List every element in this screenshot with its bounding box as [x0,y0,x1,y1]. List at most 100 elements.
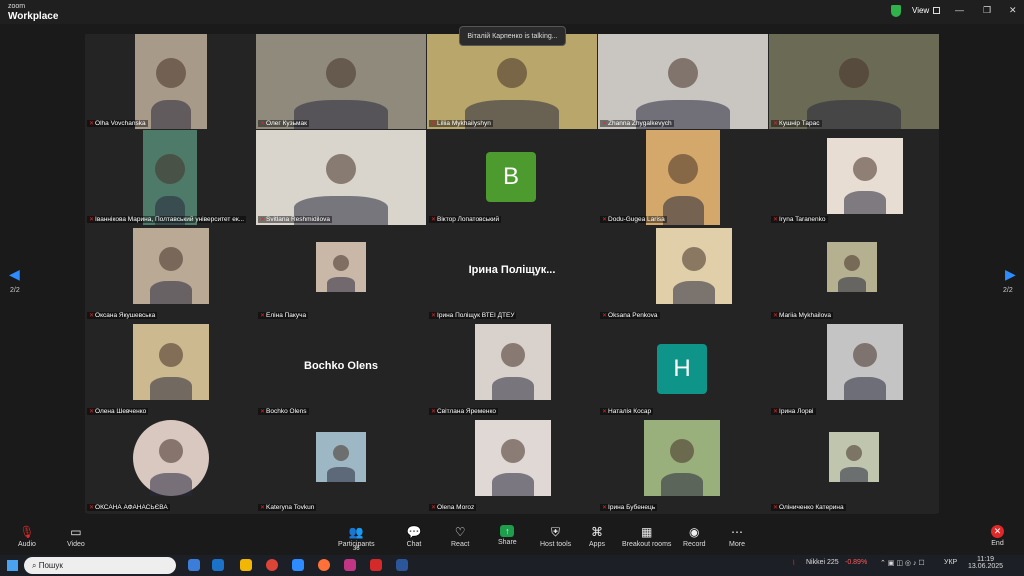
tray-icons[interactable]: ⌃ ▣ ◫ ◎ ♪ ☐ [880,559,925,567]
restore-icon[interactable]: ❐ [983,5,991,16]
mic-muted-icon: ✕ [260,121,266,127]
participant-tile[interactable]: ✕Kateryna Tovkun [256,418,426,513]
participant-tile[interactable]: ✕Olha Vovchanska [85,34,255,129]
end-button[interactable]: ✕ End [991,525,1004,547]
participant-tile[interactable]: ✕Еліна Пакуча [256,226,426,321]
windows-start-icon[interactable] [7,560,18,571]
person-silhouette-body [661,473,703,496]
search-box[interactable]: ⌕ Пошук [24,557,176,574]
mic-muted-icon: ✕ [431,313,437,319]
participant-name: Наталія Косар [608,408,652,415]
copilot-icon[interactable] [188,559,200,571]
person-silhouette [159,343,183,367]
participant-name: Олена Шевченко [95,408,147,415]
person-silhouette [326,58,356,88]
more-button[interactable]: ⋯ More [729,525,745,548]
participant-tile[interactable]: ✕Світлана Яременко [427,322,597,417]
participant-name: ОКСАНА АФАНАСЬЄВА [95,504,168,511]
firefox-icon[interactable] [318,559,330,571]
participant-video [827,324,903,400]
clock[interactable]: 11:19 13.06.2025 [968,556,1003,570]
participant-tile[interactable]: ✕ОКСАНА АФАНАСЬЄВА [85,418,255,513]
participant-name: Еліна Пакуча [266,312,307,319]
person-silhouette-body [150,377,192,400]
participant-tile[interactable]: ✕Ірина Лорві [769,322,939,417]
participant-tile[interactable]: ✕Ірина Бубенець [598,418,768,513]
next-page-arrow-icon[interactable]: ▶ [1005,266,1016,283]
avatar: H [657,344,707,394]
participant-tile[interactable]: ✕Олег Кузьмак [256,34,426,129]
shield-icon[interactable] [891,5,901,17]
pdf-icon[interactable] [370,559,382,571]
person-silhouette-body [150,281,192,304]
participant-tile[interactable]: B ✕Віктор Лопатовський [427,130,597,225]
participant-name: Оліниченко Катерина [779,504,844,511]
person-silhouette [668,58,698,88]
explorer-icon[interactable] [212,559,224,571]
breakout-grid-icon: ▦ [641,525,653,539]
language-indicator[interactable]: УКР [944,559,957,566]
breakout-rooms-button[interactable]: ▦ Breakout rooms [622,525,671,548]
participant-video [133,324,209,400]
participant-tile[interactable]: H ✕Наталія Косар [598,322,768,417]
participant-tile[interactable]: ✕Olena Moroz [427,418,597,513]
chat-button[interactable]: 💬 Chat [406,525,422,548]
person-silhouette-body [150,473,192,496]
participant-name-label: ✕Bochko Olens [258,408,309,415]
participant-video [598,34,768,129]
participant-tile[interactable]: ✕Іваннікова Марина, Полтавський універси… [85,130,255,225]
mic-muted-icon: ✕ [431,409,437,415]
close-icon[interactable]: ✕ [1009,5,1017,16]
participant-name-label: ✕Віктор Лопатовський [429,216,502,223]
app-icon[interactable] [344,559,356,571]
person-silhouette-body [492,377,534,400]
apps-button[interactable]: ⌘ Apps [589,525,605,548]
minimize-icon[interactable]: — [955,5,964,15]
prev-page-arrow-icon[interactable]: ◀ [9,266,20,283]
participant-tile[interactable]: ✕Liliia Mykhailyshyn [427,34,597,129]
participant-tile[interactable]: ✕Олена Шевченко [85,322,255,417]
person-silhouette [156,58,186,88]
participant-name-label: ✕Іваннікова Марина, Полтавський універси… [87,216,247,223]
more-label: More [729,541,745,548]
share-button[interactable]: ↑ Share [498,525,517,546]
participants-button[interactable]: 👥36 Participants [338,525,375,552]
mic-muted-icon: ✕ [89,121,95,127]
participant-video [769,34,939,129]
participant-tile[interactable]: ✕Oksana Penkova [598,226,768,321]
word-icon[interactable] [396,559,408,571]
participant-video [316,432,366,482]
react-button[interactable]: ♡ React [451,525,469,548]
participant-tile[interactable]: Ірина Поліщук... ✕Ірина Поліщук ВТЕІ ДТЕУ [427,226,597,321]
participant-tile[interactable]: ✕Iryna Taranenko [769,130,939,225]
audio-button[interactable]: 🎙 Audio [18,525,36,548]
person-silhouette [159,439,183,463]
view-button[interactable]: View [912,6,941,15]
record-button[interactable]: ◉ Record [683,525,706,548]
share-icon: ↑ [500,525,515,537]
host-tools-button[interactable]: ⛨ Host tools [540,525,571,548]
chat-icon: 💬 [406,525,422,539]
participant-tile[interactable]: ✕Dodu-Gugea Larisa [598,130,768,225]
zoom-icon[interactable] [292,559,304,571]
participant-tile[interactable]: ✕Svitlana Reshmidilova [256,130,426,225]
participant-tile[interactable]: ✕Оліниченко Катерина [769,418,939,513]
person-silhouette [682,247,706,271]
person-silhouette [853,343,877,367]
participant-name: Dodu-Gugea Larisa [608,216,665,223]
video-button[interactable]: ▭ Video [67,525,85,548]
folder-icon[interactable] [240,559,252,571]
chrome-icon[interactable] [266,559,278,571]
participant-tile[interactable]: Bochko Olens ✕Bochko Olens [256,322,426,417]
participant-tile[interactable]: ✕Оксана Якушевська [85,226,255,321]
mic-muted-icon: ✕ [602,313,608,319]
person-silhouette [839,58,869,88]
participant-name-label: ✕Olha Vovchanska [87,120,148,127]
participant-tile[interactable]: ✕Zhanna Zhygalkevych [598,34,768,129]
chat-label: Chat [406,541,422,548]
participants-icon: 👥36 [348,525,364,552]
participant-tile[interactable]: ✕Mariia Mykhailova [769,226,939,321]
mic-muted-icon: ✕ [773,409,779,415]
participant-video [256,130,426,225]
participant-tile[interactable]: ✕Кушнір Тарас [769,34,939,129]
